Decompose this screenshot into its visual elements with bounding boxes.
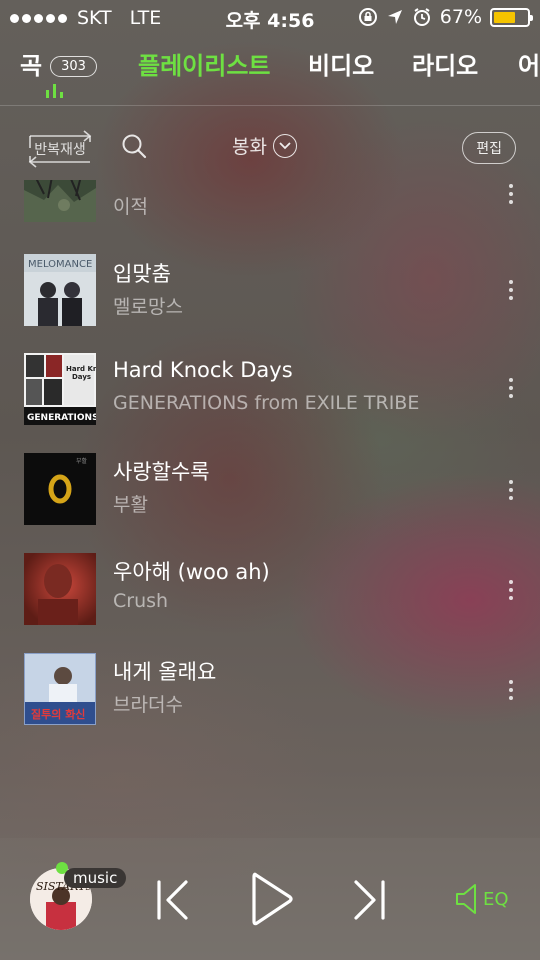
list-item[interactable]: 부활 사랑할수록 부활 [0,450,540,550]
now-playing-indicator-icon [46,84,63,98]
tab-video[interactable]: 비디오 [308,46,374,81]
more-options-icon[interactable] [508,480,514,500]
svg-text:Hard Knock: Hard Knock [66,365,96,373]
more-options-icon[interactable] [508,184,514,204]
song-title: Hard Knock Days [113,358,293,382]
eq-button[interactable]: EQ [455,882,509,916]
edit-button[interactable]: 편집 [462,132,516,164]
svg-text:부활: 부활 [76,457,88,465]
more-options-icon[interactable] [508,580,514,600]
song-artist: 브라더수 [113,694,183,716]
more-options-icon[interactable] [508,680,514,700]
song-list: 이적 MELOMANCE 입맞춤 멜로망스 Hard Kn Days GENER… [0,180,540,740]
svg-text:질투의 화신: 질투의 화신 [31,707,85,721]
battery-icon [490,7,533,27]
svg-text:Days: Days [72,373,91,381]
lock-rotation-icon [358,8,377,26]
repeat-label: 반복재생 [34,142,86,158]
category-tabs: 곡 303 플레이리스트 비디오 라디오 어 [0,42,540,106]
search-icon[interactable] [120,132,148,160]
svg-text:GENERATIONS: GENERATIONS [27,413,96,423]
list-item[interactable]: Hard Knock Days GENERATIONS Hard Knock D… [0,350,540,450]
album-art: MELOMANCE [24,254,96,326]
more-options-icon[interactable] [508,280,514,300]
list-item[interactable]: 우아해 (woo ah) Crush [0,550,540,650]
song-artist: GENERATIONS from EXILE TRIBE [113,392,420,414]
album-art: 부활 [24,453,96,525]
song-artist: 멜로망스 [113,296,183,318]
tab-radio[interactable]: 라디오 [412,46,478,81]
tab-songs-label: 곡 [20,52,43,80]
more-options-icon[interactable] [508,378,514,398]
location-icon [387,10,402,24]
album-art [24,553,96,625]
song-title: 입맞춤 [113,262,171,286]
svg-text:MELOMANCE: MELOMANCE [28,259,92,270]
list-item[interactable]: 질투의 화신 내게 올래요 브라더수 [0,650,540,740]
song-title: 내게 올래요 [113,660,217,684]
album-art: Hard Knock Days GENERATIONS [24,353,96,425]
next-track-icon[interactable] [352,878,388,922]
song-title: 우아해 (woo ah) [113,560,270,584]
song-title: 사랑할수록 [113,460,210,484]
tab-playlist[interactable]: 플레이리스트 [138,46,270,81]
previous-track-icon[interactable] [154,878,190,922]
chevron-down-icon [272,133,297,158]
battery-percent: 67% [439,6,482,28]
album-art: 질투의 화신 [24,653,96,725]
tab-more[interactable]: 어 [518,46,540,81]
eq-label: EQ [483,888,509,910]
sort-dropdown[interactable]: 봉화 [232,132,297,159]
status-icons: 67% [358,6,533,28]
play-icon[interactable] [250,870,294,928]
status-bar: SKT LTE 오후 4:56 67% [0,0,540,36]
song-artist: 이적 [113,196,148,218]
song-count-badge: 303 [50,56,97,77]
album-art [24,180,96,222]
list-item[interactable]: MELOMANCE 입맞춤 멜로망스 [0,250,540,350]
music-badge: music [64,868,127,888]
song-artist: 부활 [113,494,148,516]
repeat-button[interactable]: 반복재생 [24,128,96,168]
song-artist: Crush [113,590,169,612]
sort-label: 봉화 [232,136,267,158]
playlist-toolbar: 반복재생 봉화 편집 [0,122,540,172]
tab-songs[interactable]: 곡 303 [20,46,97,81]
alarm-icon [413,8,430,26]
mini-player: SISTAR19 music EQ [0,838,540,960]
speaker-icon [456,884,476,914]
